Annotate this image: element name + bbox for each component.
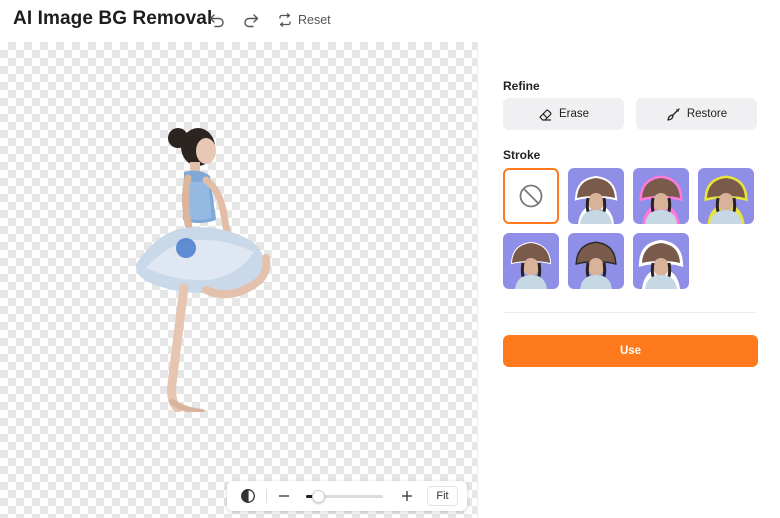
- stroke-title: Stroke: [503, 148, 541, 162]
- stroke-preview-thumbnail: [568, 168, 624, 224]
- image-canvas[interactable]: Fit: [0, 42, 477, 518]
- reset-button[interactable]: Reset: [277, 9, 331, 31]
- edit-panel: Refine Erase Restore Stroke Use: [477, 42, 780, 518]
- stroke-option-white[interactable]: [568, 168, 624, 224]
- compare-icon[interactable]: [240, 488, 256, 504]
- restore-label: Restore: [686, 108, 728, 120]
- redo-button[interactable]: [242, 9, 260, 31]
- app-title: AI Image BG Removal: [13, 8, 213, 29]
- toolbar-divider: [266, 489, 267, 503]
- eraser-icon: [539, 109, 552, 121]
- fit-button[interactable]: Fit: [427, 486, 458, 506]
- plus-icon[interactable]: [400, 487, 414, 505]
- zoom-slider[interactable]: [306, 490, 383, 503]
- stroke-preview-thumbnail: [633, 233, 689, 289]
- refine-title: Refine: [503, 79, 540, 93]
- zoom-toolbar: Fit: [227, 481, 467, 511]
- stroke-option-white-thin[interactable]: [503, 233, 559, 289]
- stroke-preview-thumbnail: [503, 233, 559, 289]
- no-stroke-icon: [519, 184, 543, 208]
- minus-icon[interactable]: [277, 487, 291, 505]
- stroke-option-pink-glow[interactable]: [633, 168, 689, 224]
- panel-divider: [503, 312, 756, 313]
- undo-button[interactable]: [208, 9, 226, 31]
- stroke-preview-thumbnail: [698, 168, 754, 224]
- app-window: AI Image BG Removal Reset Fit Refine Era…: [0, 0, 780, 518]
- ballerina-cutout: [135, 128, 271, 412]
- stroke-option-dark[interactable]: [568, 233, 624, 289]
- header: AI Image BG Removal Reset: [0, 0, 780, 42]
- reset-icon: [279, 12, 291, 28]
- use-button[interactable]: Use: [503, 335, 758, 367]
- erase-button[interactable]: Erase: [503, 98, 624, 130]
- stroke-option-white-thick[interactable]: [633, 233, 689, 289]
- stroke-preview-thumbnail: [568, 233, 624, 289]
- stroke-option-none[interactable]: [503, 168, 559, 224]
- stroke-preview-thumbnail: [633, 168, 689, 224]
- erase-label: Erase: [558, 108, 590, 120]
- reset-label: Reset: [298, 13, 331, 27]
- redo-icon: [244, 14, 259, 28]
- stroke-option-yellow-glow[interactable]: [698, 168, 754, 224]
- zoom-slider-thumb[interactable]: [312, 490, 325, 503]
- restore-button[interactable]: Restore: [636, 98, 757, 130]
- undo-icon: [209, 14, 224, 28]
- brush-icon: [667, 107, 680, 121]
